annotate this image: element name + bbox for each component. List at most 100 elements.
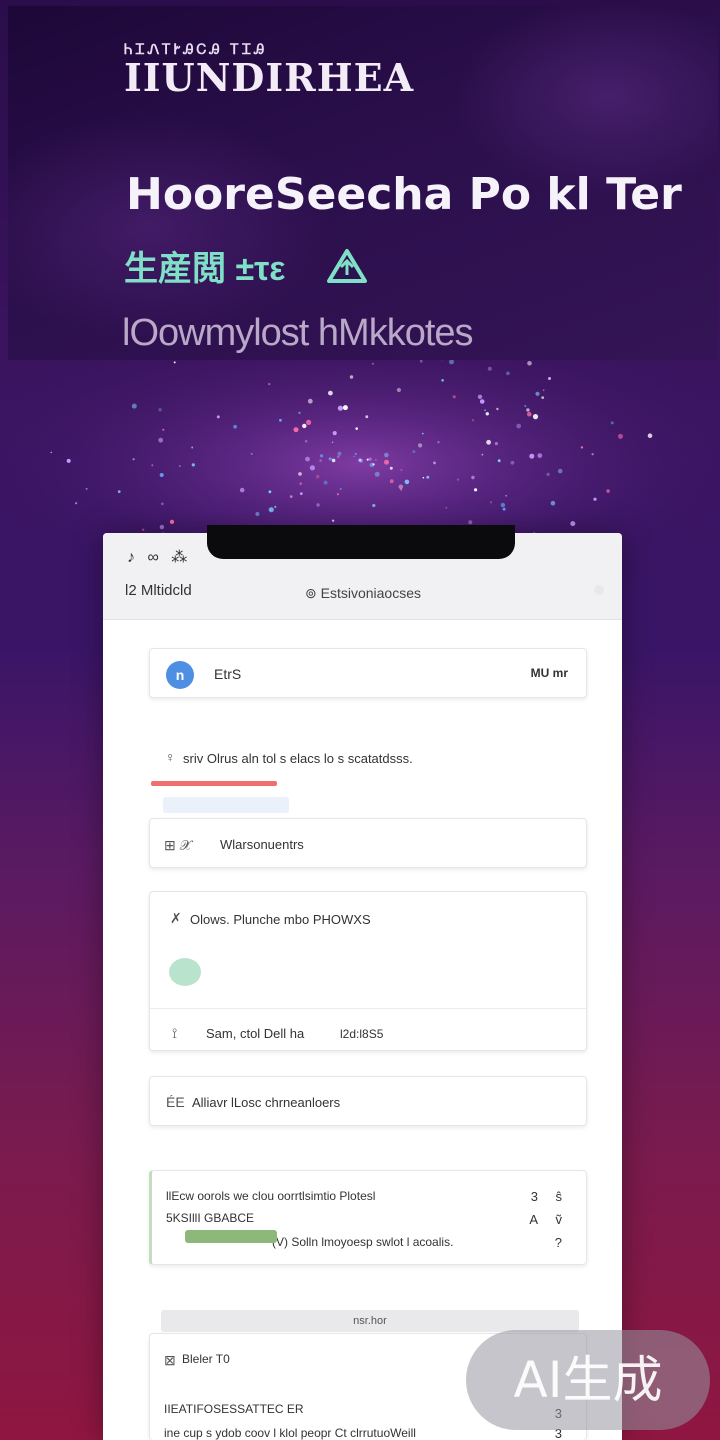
sparkle-dot [268,382,271,386]
detail-side-2: A [529,1212,538,1227]
sparkle-dot [529,453,535,459]
detail-card[interactable]: llEcw oorols we clou oorrtlsimtio Plotes… [149,1170,587,1265]
sparkle-dot [161,502,164,506]
sparkle-dot [368,457,372,461]
sparkle-dot [289,495,293,498]
sparkle-dot [506,371,510,376]
grid-icon: ⊞ 𝒳 [164,837,192,853]
sparkle-dot [349,375,354,379]
sparkle-dot [570,521,576,527]
sparkle-dot [484,409,486,412]
status-indicator-icon [169,958,201,986]
sparkle-dot [389,479,394,484]
options-card[interactable]: ✗ Olows. Plunche mbo PHOWXS ⟟ Sam, ctol … [149,891,587,1051]
sparkle-dot [527,361,532,366]
sparkle-dot [497,459,501,463]
sparkle-dot [306,419,312,425]
sparkle-dot [323,480,328,485]
sparkle-dot [541,396,545,399]
sparkle-dot [548,377,551,380]
sparkle-dot [542,389,545,392]
sparkle-dot [593,497,597,501]
detail-progress-bar [185,1230,277,1243]
detail-side-1: 3 [530,1189,538,1204]
sparkle-dot [353,455,355,458]
sparkle-dot [481,453,484,456]
brand-logo-big: IIUNDIRHEA [124,55,415,100]
sparkle-dot [179,465,181,467]
document-icon: ÉE [166,1094,185,1110]
sparkle-dot [485,412,489,416]
sparkle-dot [191,463,195,467]
detail-line1: llEcw oorols we clou oorrtlsimtio Plotes… [166,1189,376,1203]
sparkle-dot [500,502,506,508]
section-header: nsr.hor [161,1310,579,1332]
sparkle-dot [85,487,88,490]
sparkle-dot [233,424,238,429]
sparkle-dot [331,519,335,522]
sparkle-dot [328,457,332,461]
user-value: MU mr [530,666,568,680]
status-center-label: ⊚ Estsivoniaocses [305,585,421,601]
sparkle-dot [647,433,653,438]
welcome-row[interactable]: ⊞ 𝒳 Wlarsonuentrs [149,818,587,868]
sparkle-dot [142,528,145,531]
sparkle-dot [535,391,540,396]
sparkle-dot [557,468,563,474]
sparkle-dot [441,379,444,382]
sam-value: l2d:l8S5 [340,1027,384,1041]
notice-text: sriv Olrus aln tol s elacs lo s scatatds… [183,751,413,766]
status-left-label: l2 Mltidcld [125,582,192,599]
progress-bar-blue [163,797,289,813]
sparkle-dot [337,451,342,456]
sparkle-dot [255,512,260,516]
sparkle-dot [299,492,303,495]
sparkle-dot [293,427,299,433]
sparkle-dot [279,418,282,422]
sparkle-dot [422,432,424,435]
sparkle-dot [606,489,610,493]
avatar: n [166,661,194,689]
sparkle-dot [445,506,448,509]
sparkle-dot [384,452,389,458]
sam-row[interactable]: ⟟ Sam, ctol Dell ha l2d:l8S5 [150,1008,586,1053]
sparkle-dot [305,456,310,462]
detail-line2: 5KSIllI GBABCE [166,1211,255,1225]
sparkle-dot [546,472,550,476]
sparkle-dot [151,464,154,467]
detail-side-3: ? [554,1235,562,1250]
sparkle-dot [337,405,343,411]
sparkle-dot [268,507,274,513]
sparkle-dot [355,427,359,430]
sparkle-dot [610,421,614,425]
sparkle-dot [50,451,52,454]
sparkle-dot [591,453,594,456]
user-row[interactable]: n EtrS MU mr [149,648,587,698]
sparkle-dot [158,408,162,412]
sparkle-dot [404,479,410,485]
sparkle-dot [496,407,499,411]
sparkle-dot [298,411,301,414]
hero-subtitle: 生産閲 ±τε [124,241,369,290]
sparkle-dot [400,468,403,471]
sparkle-dot [331,441,334,444]
sparkle-dot [396,387,401,393]
sparkle-dot [418,443,423,448]
sparkle-dot [452,395,456,399]
sparkle-dot [489,501,493,504]
section-footer-text: ine cup s ydob coov l klol peopr Ct clrr… [164,1426,416,1440]
status-dot-icon [594,585,604,595]
sparkle-dot [331,458,336,463]
sparkle-dot [433,461,436,465]
sparkle-dot [580,446,584,449]
user-icon: ⟟ [172,1025,178,1041]
allow-row[interactable]: ÉE Alliavr lLosc chrneanloers [149,1076,587,1126]
section-subheading: IIEATIFOSESSATTEC ER [164,1402,304,1416]
sparkle-dot [468,520,473,525]
sparkle-dot [502,507,506,511]
tools-icon: ✗ [170,910,182,926]
section-item-text: Bleler T0 [182,1352,230,1366]
detail-side-mark-1: ŝ [555,1189,563,1204]
sparkle-dot [131,403,137,409]
sparkle-dot [307,398,313,404]
